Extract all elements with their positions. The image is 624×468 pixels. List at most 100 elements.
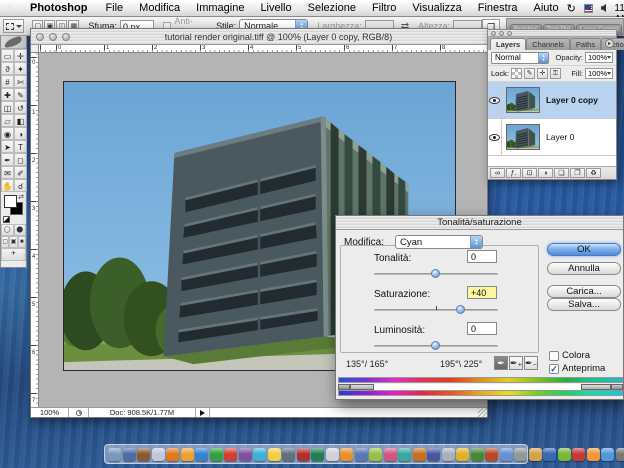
minimize-window-button[interactable]	[49, 33, 57, 41]
dock-app-icon[interactable]	[340, 448, 353, 461]
eyedropper-tool[interactable]: ✐	[14, 166, 27, 179]
eyedropper-add-button[interactable]: ✒₊	[509, 356, 523, 370]
path-selection-tool[interactable]: ➤	[1, 140, 14, 153]
dock-app-icon[interactable]	[398, 448, 411, 461]
palette-zoom-button[interactable]	[507, 31, 512, 36]
dock-app-icon[interactable]	[311, 448, 324, 461]
history-brush-tool[interactable]: ↺	[14, 101, 27, 114]
dock-app-icon[interactable]	[616, 448, 624, 461]
saturation-input[interactable]: +40	[467, 286, 497, 299]
layer-name[interactable]: Layer 0 copy	[546, 95, 598, 105]
dock-app-icon[interactable]	[384, 448, 397, 461]
new-layer-button[interactable]: ❐	[570, 168, 585, 178]
colorize-checkbox[interactable]	[549, 351, 559, 361]
menu-immagine[interactable]: Immagine	[188, 2, 252, 14]
dock-app-icon[interactable]	[471, 448, 484, 461]
cancel-button[interactable]: Annulla	[547, 262, 621, 275]
tab-paths[interactable]: Paths	[570, 38, 601, 50]
dock-app-icon[interactable]	[282, 448, 295, 461]
tab-layers[interactable]: Layers	[490, 38, 526, 50]
eyedropper-subtract-button[interactable]: ✒₋	[524, 356, 538, 370]
slider-thumb[interactable]	[431, 341, 440, 350]
dock-app-icon[interactable]	[123, 448, 136, 461]
hue-input[interactable]: 0	[467, 250, 497, 263]
palette-close-button[interactable]	[491, 31, 496, 36]
dock-app-icon[interactable]	[210, 448, 223, 461]
layer-row-layer-0-copy[interactable]: Layer 0 copy	[488, 82, 616, 119]
lock-transparency-button[interactable]	[511, 68, 522, 79]
menu-visualizza[interactable]: Visualizza	[404, 2, 469, 14]
layer-thumbnail[interactable]	[506, 124, 540, 150]
lock-all-button[interactable]: ⚿	[550, 68, 561, 79]
lightness-input[interactable]: 0	[467, 322, 497, 335]
palette-menu-icon[interactable]: ▸	[605, 39, 614, 48]
fullscreen-menubar-button[interactable]: ▣	[9, 236, 17, 248]
preview-checkbox[interactable]: ✓	[549, 364, 559, 374]
close-window-button[interactable]	[36, 33, 44, 41]
visibility-toggle[interactable]	[488, 82, 502, 118]
dock-app-icon[interactable]	[587, 448, 600, 461]
rectangular-marquee-tool[interactable]: ▭	[1, 49, 14, 62]
menu-finestra[interactable]: Finestra	[470, 2, 526, 14]
dock-app-icon[interactable]	[224, 448, 237, 461]
quick-mask-mode-button[interactable]: ⬤	[14, 224, 27, 236]
healing-brush-tool[interactable]: ✚	[1, 88, 14, 101]
clone-stamp-tool[interactable]: ◫	[1, 101, 14, 114]
saturation-slider[interactable]	[374, 305, 498, 315]
load-button[interactable]: Carica...	[547, 285, 621, 298]
palette-minimize-button[interactable]	[499, 31, 504, 36]
dock-app-icon[interactable]	[514, 448, 527, 461]
dock-app-icon[interactable]	[413, 448, 426, 461]
zoom-percentage[interactable]: 100%	[31, 408, 69, 417]
ok-button[interactable]: OK	[547, 243, 621, 256]
move-tool[interactable]: ✛	[14, 49, 27, 62]
lasso-tool[interactable]: ϑ	[1, 62, 14, 75]
opacity-value[interactable]: 100%	[585, 52, 613, 63]
hand-tool[interactable]: ✋	[1, 179, 14, 192]
layer-name[interactable]: Layer 0	[546, 132, 574, 142]
menu-filtro[interactable]: Filtro	[364, 2, 404, 14]
crop-tool[interactable]: #	[1, 75, 14, 88]
dock-app-icon[interactable]	[500, 448, 513, 461]
tool-preset-picker[interactable]	[3, 19, 24, 33]
standard-mode-button[interactable]: ◯	[1, 224, 14, 236]
visibility-toggle[interactable]	[488, 119, 502, 155]
dock-app-icon[interactable]	[485, 448, 498, 461]
brush-tool[interactable]: ✎	[14, 88, 27, 101]
dock-app-icon[interactable]	[166, 448, 179, 461]
menu-photoshop[interactable]: Photoshop	[22, 2, 97, 14]
dock-app-icon[interactable]	[326, 448, 339, 461]
dock-app-icon[interactable]	[369, 448, 382, 461]
blur-tool[interactable]: ◉	[1, 127, 14, 140]
save-button[interactable]: Salva...	[547, 298, 621, 311]
volume-icon[interactable]	[601, 4, 607, 13]
dock-app-icon[interactable]	[239, 448, 252, 461]
resize-grip[interactable]	[478, 408, 487, 417]
dodge-tool[interactable]: ◑	[14, 127, 27, 140]
swap-colors-icon[interactable]: ⇄	[18, 193, 24, 201]
dock-app-icon[interactable]	[529, 448, 542, 461]
dock-app-icon[interactable]	[108, 448, 121, 461]
standard-screen-button[interactable]: ▢	[1, 236, 9, 248]
lock-position-button[interactable]: ✛	[537, 68, 548, 79]
menu-selezione[interactable]: Selezione	[300, 2, 364, 14]
document-title-bar[interactable]: tutorial render original.tiff @ 100% (La…	[31, 29, 487, 45]
dock-app-icon[interactable]	[181, 448, 194, 461]
dock-app-icon[interactable]	[253, 448, 266, 461]
link-layers-button[interactable]: ∞	[490, 168, 505, 178]
slider-thumb[interactable]	[431, 269, 440, 278]
dock-app-icon[interactable]	[601, 448, 614, 461]
delete-layer-button[interactable]: ♻	[586, 168, 601, 178]
eraser-tool[interactable]: ▱	[1, 114, 14, 127]
dock-app-icon[interactable]	[355, 448, 368, 461]
layer-thumbnail[interactable]	[506, 87, 540, 113]
zoom-window-button[interactable]	[62, 33, 70, 41]
dock-app-icon[interactable]	[297, 448, 310, 461]
hue-slider[interactable]	[374, 269, 498, 279]
zoom-tool[interactable]: ☌	[14, 179, 27, 192]
dock-app-icon[interactable]	[427, 448, 440, 461]
default-colors-icon[interactable]	[3, 216, 10, 223]
sync-icon[interactable]: ↻	[567, 2, 576, 15]
palette-title-bar[interactable]	[488, 30, 616, 37]
status-menu-arrow-icon[interactable]	[196, 408, 210, 417]
